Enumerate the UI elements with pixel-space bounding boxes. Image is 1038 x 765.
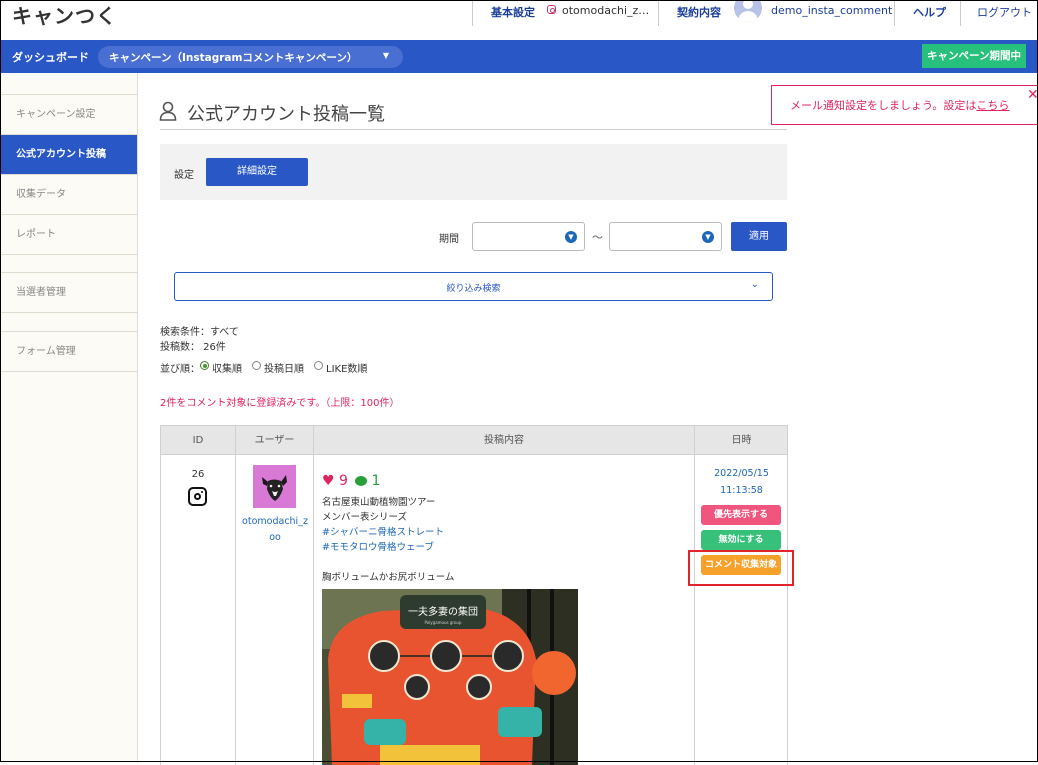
apply-button[interactable]: 適用 (731, 222, 787, 251)
sidebar: キャンペーン設定 公式アカウント投稿 収集データ レポート 当選者管理 フォーム… (1, 73, 138, 763)
divider (1, 254, 137, 255)
sort-option-label: 投稿日順 (264, 364, 304, 375)
notification-link[interactable]: こちら (976, 99, 1009, 112)
username-link[interactable]: otomodachi_zoo (241, 514, 309, 546)
campaign-select-label: キャンペーン（Instagramコメントキャンペーン） (109, 52, 358, 64)
user-avatar-image[interactable] (253, 465, 296, 508)
likes-value: 9 (339, 473, 348, 489)
post-text-line: 名古屋東山動植物園ツアー (322, 497, 436, 508)
post-date: 2022/05/15 (714, 468, 769, 479)
settings-label: 設定 (174, 170, 194, 181)
likes-count: ♥ 9 (322, 473, 348, 489)
column-header-id: ID (192, 435, 204, 446)
heart-icon: ♥ (322, 473, 335, 489)
divider (1, 312, 137, 313)
campaign-status-badge: キャンペーン期間中 (922, 44, 1026, 68)
user-name-link[interactable]: demo_insta_comment (771, 4, 892, 17)
chevron-down-icon: ▼ (702, 231, 714, 243)
sort-radio-collected[interactable] (200, 361, 209, 370)
help-link[interactable]: ヘルプ (913, 4, 946, 20)
top-header: キャンつく 基本設定 otomodachi_z… 契約内容 demo_insta… (0, 0, 1038, 40)
priority-display-button[interactable]: 優先表示する (701, 505, 781, 525)
hashtag-link[interactable]: #モモタロウ骨格ウェーブ (322, 539, 434, 553)
sidebar-item-collected-data[interactable]: 収集データ (1, 175, 137, 214)
user-avatar-icon[interactable] (734, 0, 762, 22)
goat-avatar-icon (253, 465, 296, 508)
chevron-down-icon: ▼ (565, 231, 577, 243)
post-image[interactable]: 一夫多妻の集団 Polygamous group (322, 589, 578, 765)
main-navbar: ダッシュボード キャンペーン（Instagramコメントキャンペーン） ▼ キャ… (0, 40, 1038, 73)
sort-option-label: 収集順 (212, 364, 242, 375)
gorilla-sign-photo: 一夫多妻の集団 Polygamous group (322, 589, 578, 765)
comments-value: 1 (371, 473, 381, 489)
divider (894, 0, 895, 26)
highlight-box (688, 550, 794, 586)
sidebar-item-form-management[interactable]: フォーム管理 (1, 332, 137, 371)
sidebar-item-report[interactable]: レポート (1, 215, 137, 254)
column-header-user: ユーザー (254, 435, 295, 446)
divider (960, 0, 961, 26)
divider (472, 0, 473, 26)
filter-search-label: 絞り込み検索 (446, 284, 501, 294)
sidebar-item-official-posts[interactable]: 公式アカウント投稿 (1, 135, 137, 174)
page-title: 公式アカウント投稿一覧 (187, 104, 385, 125)
comments-count: 1 (355, 473, 380, 489)
caret-down-icon: ▼ (382, 51, 389, 60)
detail-settings-button[interactable]: 詳細設定 (206, 158, 308, 186)
photo-subheading: Polygamous group (424, 620, 461, 625)
notification-banner: メール通知設定をしましょう。設定はこちら (771, 85, 1038, 125)
post-datetime: 2022/05/15 11:13:58 (695, 465, 788, 499)
post-id: 26 (191, 469, 205, 480)
post-count: 投稿数： 26件 (160, 342, 226, 353)
divider (313, 425, 314, 765)
instagram-icon (547, 5, 556, 14)
chevron-down-icon: ⌄ (750, 279, 759, 290)
post-time: 11:13:58 (720, 485, 763, 496)
notification-text: メール通知設定をしましょう。設定は (790, 99, 977, 112)
period-start-select[interactable]: ▼ (472, 222, 585, 251)
user-icon (159, 101, 177, 121)
campaign-select[interactable]: キャンペーン（Instagramコメントキャンペーン） ▼ (98, 46, 403, 68)
column-header-date: 日時 (731, 435, 752, 446)
posts-table: ID ユーザー 投稿内容 日時 26 otomodachi_zoo ♥ 9 1 … (160, 425, 788, 765)
filter-search-toggle[interactable]: 絞り込み検索 ⌄ (174, 272, 773, 301)
divider (160, 129, 787, 130)
speech-bubble-icon (355, 476, 367, 486)
sort-radio-likes[interactable] (314, 361, 323, 370)
dashboard-link[interactable]: ダッシュボード (12, 49, 89, 65)
divider (658, 0, 659, 26)
registered-message: 2件をコメント対象に登録済みです。（上限：100件） (160, 398, 400, 409)
photo-heading: 一夫多妻の集団 (408, 605, 478, 618)
sidebar-item-campaign-settings[interactable]: キャンペーン設定 (1, 95, 137, 134)
instagram-account-link[interactable]: otomodachi_z… (562, 4, 649, 17)
logout-link[interactable]: ログアウト (977, 4, 1032, 20)
period-end-select[interactable]: ▼ (609, 222, 722, 251)
instagram-icon[interactable] (188, 487, 207, 506)
column-header-content: 投稿内容 (484, 435, 524, 446)
basic-settings-link[interactable]: 基本設定 (491, 4, 535, 20)
period-separator: 〜 (592, 231, 603, 244)
divider (235, 425, 236, 765)
post-text-line: 胸ボリュームかお尻ボリューム (322, 572, 455, 583)
post-text-line: メンバー表シリーズ (322, 512, 408, 523)
sidebar-item-winner-management[interactable]: 当選者管理 (1, 273, 137, 312)
sort-option-label: LIKE数順 (326, 364, 368, 375)
contract-link[interactable]: 契約内容 (677, 4, 721, 20)
app-logo[interactable]: キャンつく (12, 0, 117, 29)
close-icon[interactable]: ✕ (1027, 87, 1038, 103)
period-label: 期間 (439, 234, 459, 245)
hashtag-link[interactable]: #シャバーニ骨格ストレート (322, 524, 444, 538)
sort-label: 並び順： (160, 364, 200, 375)
sort-radio-post-date[interactable] (252, 361, 261, 370)
divider (1, 371, 137, 372)
settings-panel: 設定 詳細設定 (160, 144, 787, 200)
search-condition: 検索条件：すべて (160, 327, 239, 338)
disable-button[interactable]: 無効にする (701, 530, 781, 550)
